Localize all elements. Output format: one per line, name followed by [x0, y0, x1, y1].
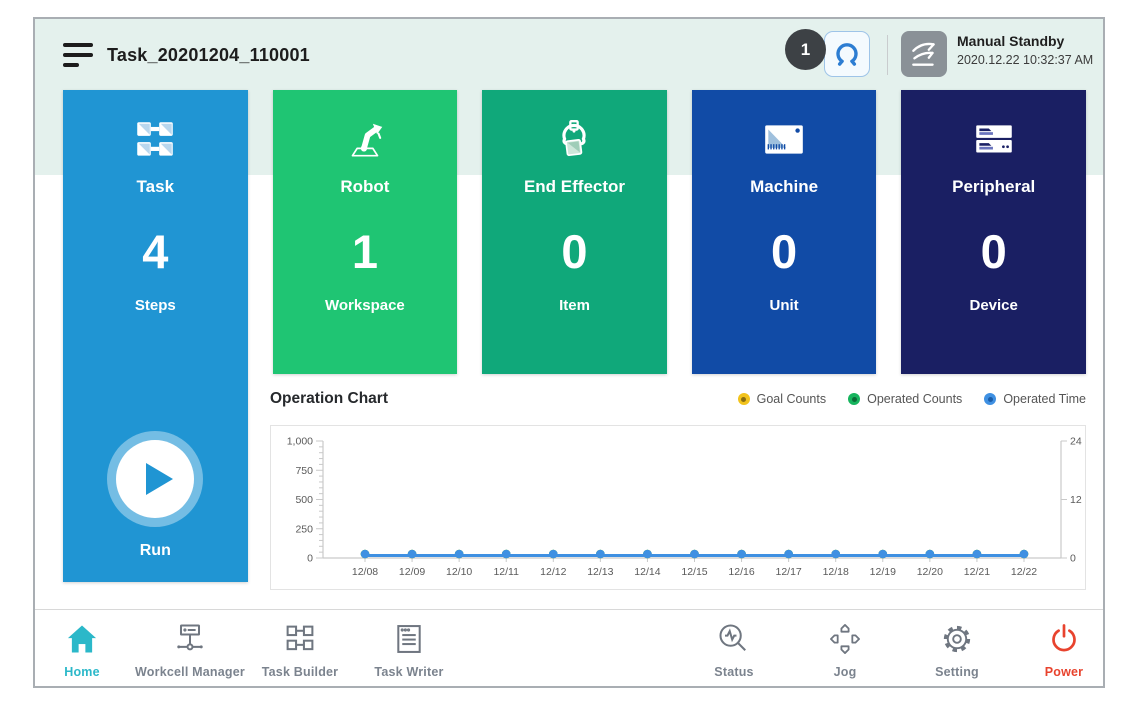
card-task-name: Task: [63, 177, 248, 197]
svg-text:12/15: 12/15: [681, 566, 707, 578]
manual-mode-button[interactable]: [901, 31, 947, 77]
operated-time-dot-icon: [984, 393, 996, 405]
status-icon: [716, 620, 752, 658]
machine-icon: [761, 117, 807, 163]
svg-text:12/13: 12/13: [587, 566, 613, 578]
legend-goal-counts: Goal Counts: [738, 392, 826, 406]
svg-text:500: 500: [295, 494, 313, 506]
svg-text:12/16: 12/16: [728, 566, 754, 578]
robot-arm-icon: [342, 117, 388, 163]
task-writer-icon: [391, 620, 427, 658]
goal-counts-dot-icon: [738, 393, 750, 405]
menu-hamburger-icon[interactable]: [63, 43, 95, 69]
svg-text:12/11: 12/11: [493, 566, 519, 578]
svg-text:12/18: 12/18: [823, 566, 849, 578]
svg-text:1,000: 1,000: [287, 436, 313, 448]
card-task-value: 4: [63, 227, 248, 277]
peripheral-icon: [971, 117, 1017, 163]
task-builder-icon: [282, 620, 318, 658]
app-window: Task_20201204_110001 1 Manual Standby 20…: [33, 17, 1105, 688]
legend-operated-counts: Operated Counts: [848, 392, 962, 406]
play-icon: [146, 463, 173, 495]
svg-text:12/09: 12/09: [399, 566, 425, 578]
chart-legend: Goal Counts Operated Counts Operated Tim…: [738, 392, 1086, 406]
workcell-manager-icon: [172, 620, 208, 658]
manual-hand-icon: [908, 38, 940, 70]
card-peripheral-value: 0: [901, 227, 1086, 277]
svg-text:12/10: 12/10: [446, 566, 472, 578]
nav-power[interactable]: Power: [999, 620, 1105, 679]
svg-text:12/14: 12/14: [634, 566, 660, 578]
chart-header: Operation Chart Goal Counts Operated Cou…: [270, 390, 1086, 408]
card-machine-value: 0: [692, 227, 877, 277]
card-machine-unit: Unit: [692, 297, 877, 314]
home-icon: [64, 620, 100, 658]
card-peripheral-unit: Device: [901, 297, 1086, 314]
card-end-effector[interactable]: End Effector 0 Item: [482, 90, 667, 374]
operation-chart-canvas: 0 250 500 750 1,000 0 12 24 12/08 12/09 12/10 12/11…: [271, 426, 1085, 589]
nav-task-writer[interactable]: Task Writer: [344, 620, 474, 679]
gripper-button[interactable]: [824, 31, 870, 77]
robot-status: Manual Standby 2020.12.22 10:32:37 AM: [957, 33, 1093, 67]
card-robot-unit: Workspace: [273, 297, 458, 314]
operation-chart: 0 250 500 750 1,000 0 12 24 12/08 12/09 12/10 12/11…: [270, 425, 1086, 590]
setting-icon: [939, 620, 975, 658]
svg-text:0: 0: [307, 553, 313, 565]
svg-text:250: 250: [295, 523, 313, 535]
card-robot[interactable]: Robot 1 Workspace: [273, 90, 458, 374]
card-machine-name: Machine: [692, 177, 877, 197]
card-end-effector-value: 0: [482, 227, 667, 277]
svg-text:12: 12: [1070, 494, 1082, 506]
svg-text:12/17: 12/17: [776, 566, 802, 578]
svg-text:12/21: 12/21: [964, 566, 990, 578]
card-end-effector-name: End Effector: [482, 177, 667, 197]
task-blocks-icon: [132, 117, 178, 163]
svg-text:12/19: 12/19: [870, 566, 896, 578]
card-peripheral[interactable]: Peripheral 0 Device: [901, 90, 1086, 374]
svg-text:12/22: 12/22: [1011, 566, 1037, 578]
legend-operated-time: Operated Time: [984, 392, 1086, 406]
status-mode: Manual Standby: [957, 33, 1093, 49]
jog-icon: [827, 620, 863, 658]
status-timestamp: 2020.12.22 10:32:37 AM: [957, 53, 1093, 67]
topbar-divider: [887, 35, 888, 75]
end-effector-icon: [551, 117, 597, 163]
card-task-unit: Steps: [63, 297, 248, 314]
chart-title: Operation Chart: [270, 390, 388, 408]
svg-text:24: 24: [1070, 436, 1082, 448]
svg-text:12/08: 12/08: [352, 566, 378, 578]
card-task[interactable]: Task 4 Steps Run: [63, 90, 248, 582]
card-robot-name: Robot: [273, 177, 458, 197]
card-robot-value: 1: [273, 227, 458, 277]
bottom-nav: Home Workcell Manager: [35, 609, 1103, 686]
task-title: Task_20201204_110001: [107, 45, 310, 66]
svg-text:12/12: 12/12: [540, 566, 566, 578]
run-label: Run: [63, 542, 248, 560]
run-area: Run: [63, 440, 248, 560]
notification-badge[interactable]: 1: [785, 29, 826, 70]
nav-jog[interactable]: Jog: [780, 620, 910, 679]
card-machine[interactable]: Machine 0 Unit: [692, 90, 877, 374]
svg-text:750: 750: [295, 465, 313, 477]
run-button[interactable]: [116, 440, 194, 518]
operated-counts-dot-icon: [848, 393, 860, 405]
svg-text:0: 0: [1070, 553, 1076, 565]
svg-text:12/20: 12/20: [917, 566, 943, 578]
card-peripheral-name: Peripheral: [901, 177, 1086, 197]
gripper-icon: [832, 39, 862, 69]
card-end-effector-unit: Item: [482, 297, 667, 314]
power-icon: [1046, 620, 1082, 658]
